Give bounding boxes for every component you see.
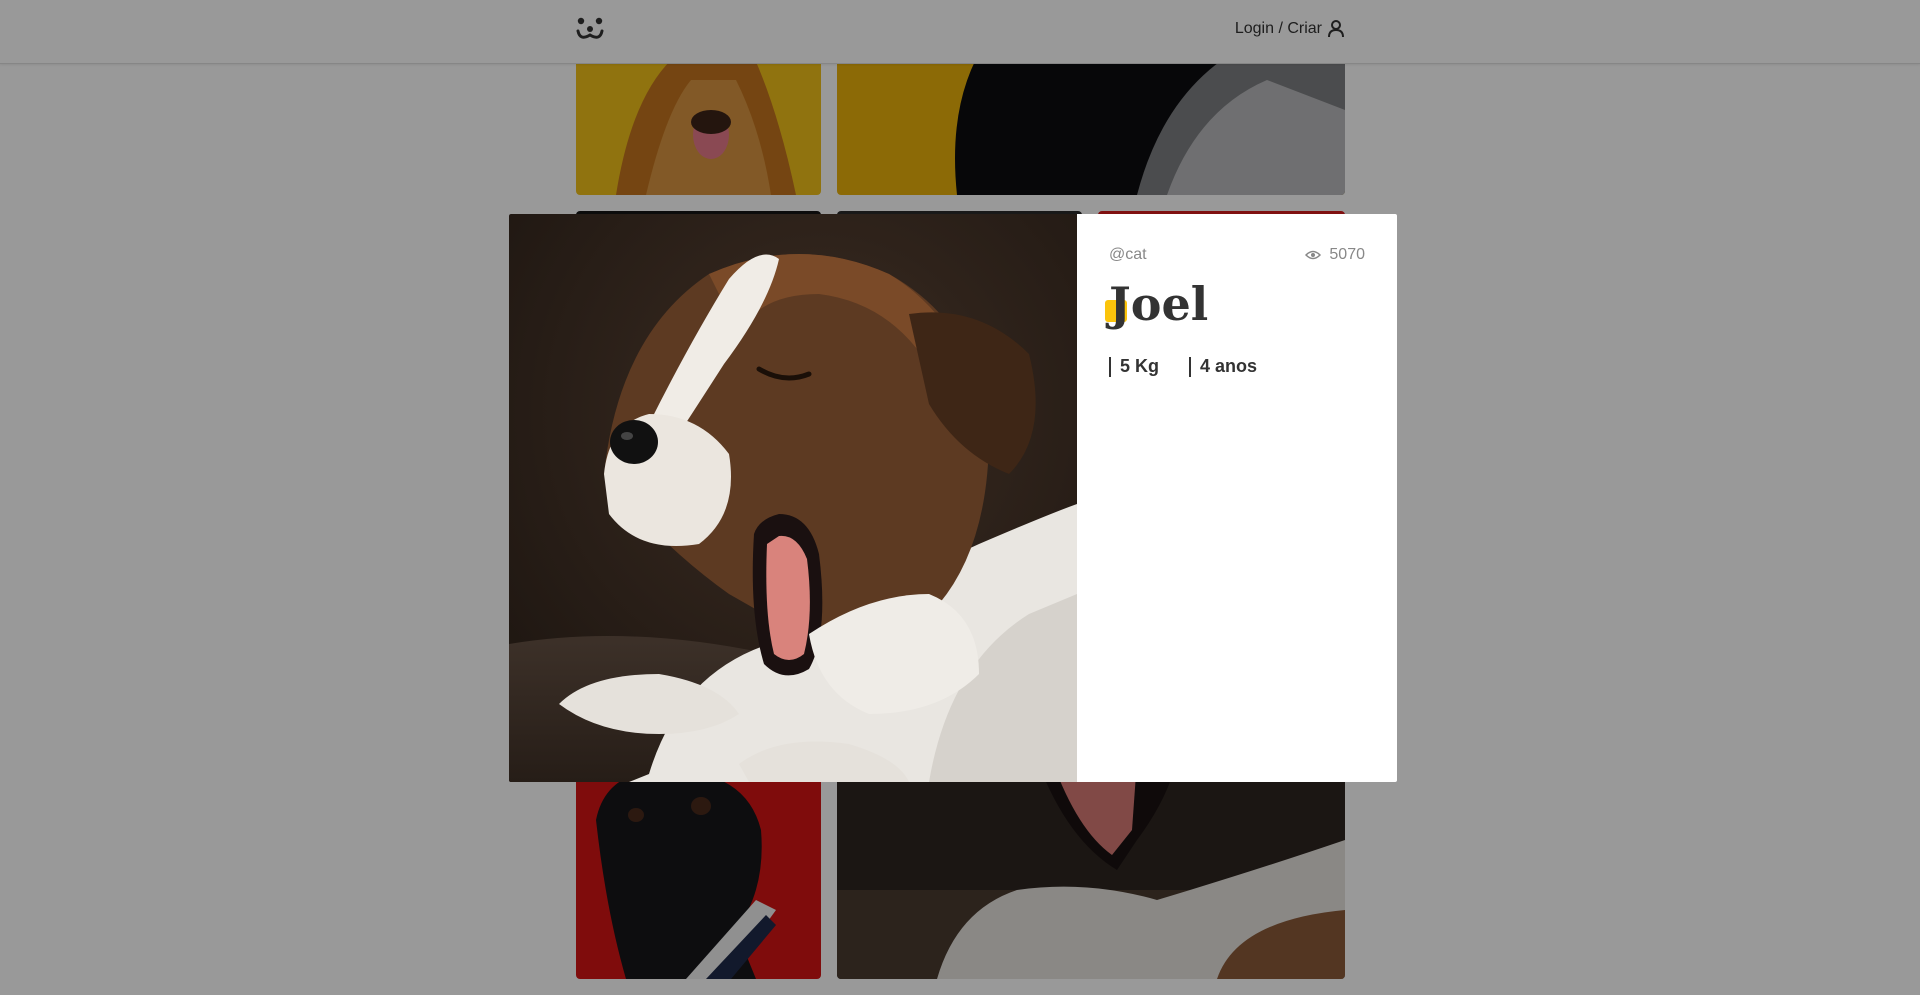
photo-title[interactable]: Joel	[1109, 276, 1365, 332]
views-counter: 5070	[1305, 246, 1365, 264]
attr-weight: 5 Kg	[1109, 356, 1159, 377]
attr-age: 4 anos	[1189, 356, 1257, 377]
photo-details: @cat 5070 Joel 5 Kg 4 anos	[1077, 214, 1397, 782]
attr-divider	[1189, 356, 1192, 377]
views-count: 5070	[1329, 246, 1365, 263]
photo-modal: @cat 5070 Joel 5 Kg 4 anos	[509, 214, 1397, 782]
modal-photo	[509, 214, 1077, 782]
eye-icon	[1305, 250, 1322, 260]
meta-row: @cat 5070	[1109, 246, 1365, 264]
photo-attributes: 5 Kg 4 anos	[1109, 356, 1365, 377]
attr-divider	[1109, 356, 1111, 377]
age-value: 4 anos	[1200, 356, 1258, 376]
title-wrap: Joel	[1105, 276, 1365, 332]
author-link[interactable]: @cat	[1109, 246, 1147, 264]
weight-value: 5 Kg	[1120, 356, 1160, 376]
